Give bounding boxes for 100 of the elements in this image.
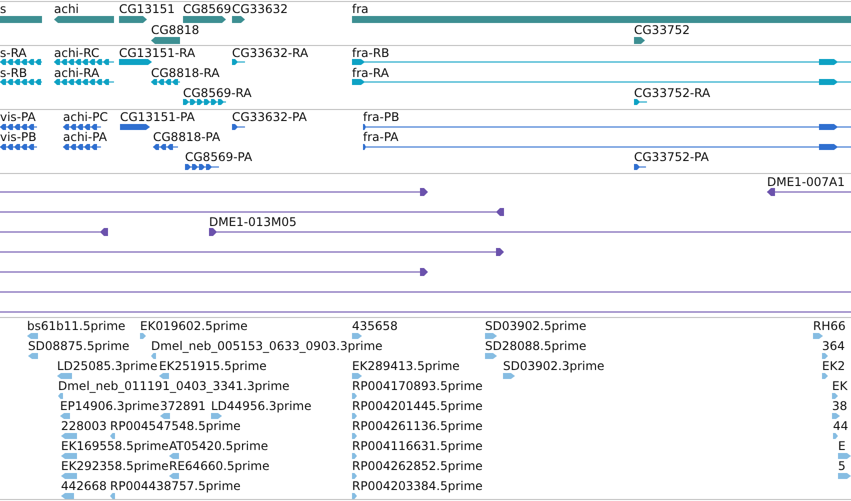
est-glyph[interactable] bbox=[352, 333, 362, 339]
est-glyph[interactable] bbox=[485, 333, 497, 339]
feature-label: SD03902.5prime bbox=[485, 319, 586, 333]
est-glyph[interactable] bbox=[352, 493, 357, 499]
feature-label: CG8818 bbox=[151, 23, 200, 37]
transcript-glyph[interactable] bbox=[54, 79, 114, 85]
est-glyph[interactable] bbox=[159, 373, 169, 379]
feature-label: EK169558.5prime bbox=[61, 439, 169, 453]
est-glyph[interactable] bbox=[352, 473, 357, 479]
clone-arrow[interactable] bbox=[0, 248, 502, 256]
feature-label: fra-PB bbox=[363, 110, 400, 124]
feature-label: SD08875.5prime bbox=[28, 339, 130, 353]
gene-glyph[interactable] bbox=[0, 16, 42, 22]
est-glyph[interactable] bbox=[61, 453, 77, 459]
feature-label: fra bbox=[352, 2, 369, 16]
est-glyph[interactable] bbox=[838, 473, 851, 479]
est-glyph[interactable] bbox=[61, 473, 77, 479]
feature-label: CG13151-RA bbox=[119, 46, 196, 60]
protein-glyph[interactable] bbox=[232, 124, 245, 130]
est-glyph[interactable] bbox=[58, 393, 63, 399]
transcript-glyph[interactable] bbox=[634, 99, 647, 105]
feature-label: CG13151 bbox=[119, 2, 175, 16]
feature-label: fra-RB bbox=[352, 46, 390, 60]
clone-arrow[interactable] bbox=[209, 228, 851, 236]
clone-arrow[interactable] bbox=[0, 188, 427, 196]
protein-glyph[interactable] bbox=[0, 124, 37, 130]
feature-label: 228003 bbox=[61, 419, 107, 433]
transcript-glyph[interactable] bbox=[0, 59, 42, 65]
feature-label: achi bbox=[54, 2, 79, 16]
feature-label: achi-RA bbox=[54, 66, 100, 80]
est-glyph[interactable] bbox=[27, 333, 38, 339]
feature-label: fra-RA bbox=[352, 66, 389, 80]
transcript-glyph[interactable] bbox=[0, 79, 42, 85]
est-glyph[interactable] bbox=[211, 413, 222, 419]
transcript-glyph[interactable] bbox=[352, 59, 851, 65]
est-glyph[interactable] bbox=[813, 333, 823, 339]
est-glyph[interactable] bbox=[832, 413, 840, 419]
est-glyph[interactable] bbox=[352, 453, 357, 459]
transcript-glyph[interactable] bbox=[151, 79, 180, 85]
gene-glyph[interactable] bbox=[183, 16, 226, 22]
est-glyph[interactable] bbox=[503, 373, 515, 379]
clone-arrow[interactable] bbox=[0, 228, 107, 236]
feature-label: DME1-013M05 bbox=[209, 215, 297, 229]
est-glyph[interactable] bbox=[352, 433, 357, 439]
est-glyph[interactable] bbox=[151, 353, 156, 359]
est-glyph[interactable] bbox=[838, 453, 851, 459]
gene-glyph[interactable] bbox=[232, 16, 245, 22]
est-glyph[interactable] bbox=[352, 373, 362, 379]
feature-label: 364 bbox=[822, 339, 845, 353]
transcript-glyph[interactable] bbox=[183, 99, 226, 105]
feature-label: 38 bbox=[832, 399, 848, 413]
feature-label: EP14906.3prime bbox=[60, 399, 160, 413]
protein-glyph[interactable] bbox=[0, 144, 37, 150]
transcript-glyph[interactable] bbox=[232, 59, 245, 65]
est-glyph[interactable] bbox=[352, 393, 357, 399]
est-glyph[interactable] bbox=[169, 453, 179, 459]
gene-glyph[interactable] bbox=[352, 16, 851, 22]
feature-label: EK bbox=[832, 379, 848, 393]
protein-glyph[interactable] bbox=[363, 144, 851, 150]
est-glyph[interactable] bbox=[833, 433, 838, 439]
feature-label: RP004201445.5prime bbox=[352, 399, 483, 413]
protein-glyph[interactable] bbox=[363, 124, 851, 130]
est-glyph[interactable] bbox=[60, 413, 70, 419]
feature-label: EK2 bbox=[822, 359, 846, 373]
transcript-glyph[interactable] bbox=[119, 59, 152, 65]
est-glyph[interactable] bbox=[822, 353, 828, 359]
est-glyph[interactable] bbox=[110, 433, 115, 439]
est-glyph[interactable] bbox=[822, 373, 828, 379]
protein-glyph[interactable] bbox=[153, 144, 178, 150]
est-glyph[interactable] bbox=[485, 353, 497, 359]
feature-label: RH66 bbox=[813, 319, 846, 333]
clone-arrow[interactable] bbox=[0, 208, 502, 216]
est-glyph[interactable] bbox=[61, 433, 77, 439]
feature-label: LD44956.3prime bbox=[211, 399, 312, 413]
clone-arrow[interactable] bbox=[767, 188, 851, 196]
clone-arrow[interactable] bbox=[0, 268, 427, 276]
gene-glyph[interactable] bbox=[119, 16, 147, 22]
est-glyph[interactable] bbox=[110, 493, 115, 499]
protein-glyph[interactable] bbox=[63, 144, 101, 150]
gene-glyph[interactable] bbox=[54, 16, 114, 22]
transcript-glyph[interactable] bbox=[54, 59, 114, 65]
protein-glyph[interactable] bbox=[634, 164, 646, 170]
feature-label: RP004547548.5prime bbox=[110, 419, 241, 433]
feature-label: bs61b11.5prime bbox=[27, 319, 126, 333]
feature-label: RP004170893.5prime bbox=[352, 379, 483, 393]
est-glyph[interactable] bbox=[57, 373, 72, 379]
protein-glyph[interactable] bbox=[185, 164, 219, 170]
transcript-glyph[interactable] bbox=[352, 79, 851, 85]
est-glyph[interactable] bbox=[352, 413, 357, 419]
feature-label: EK019602.5prime bbox=[140, 319, 248, 333]
est-glyph[interactable] bbox=[160, 413, 170, 419]
est-glyph[interactable] bbox=[140, 333, 146, 339]
protein-glyph[interactable] bbox=[120, 124, 150, 130]
est-glyph[interactable] bbox=[169, 473, 179, 479]
est-glyph[interactable] bbox=[832, 393, 838, 399]
feature-label: SD03902.3prime bbox=[503, 359, 604, 373]
feature-label: CG33752-PA bbox=[634, 150, 709, 164]
protein-glyph[interactable] bbox=[63, 124, 101, 130]
est-glyph[interactable] bbox=[28, 353, 38, 359]
feature-label: EK292358.5prime bbox=[61, 459, 169, 473]
